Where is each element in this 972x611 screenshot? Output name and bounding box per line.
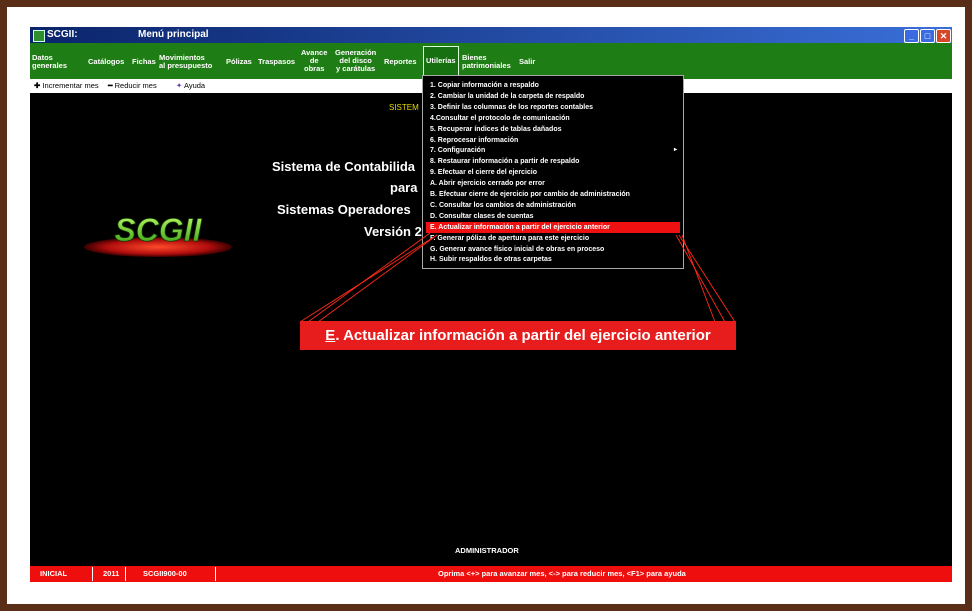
dropdown-item-label: A. Abrir ejercicio cerrado por error (430, 180, 545, 188)
status-code: SCGII900-00 (143, 569, 187, 578)
callout-text: . Actualizar información a partir del ej… (335, 327, 711, 344)
dropdown-item-label: 7. Configuración (430, 147, 486, 155)
dropdown-item[interactable]: 4.Consultar el protocolo de comunicación (426, 113, 680, 124)
dropdown-item-label: D. Consultar clases de cuentas (430, 212, 534, 220)
menu-datos-generales[interactable]: Datos generales (32, 54, 67, 70)
dropdown-item-label: F. Generar póliza de apertura para este … (430, 234, 590, 242)
increment-month-button[interactable]: ✚ Incrementar mes (34, 81, 99, 90)
status-separator (92, 567, 93, 581)
scgii-logo: SCGII (84, 212, 232, 257)
callout-banner: E. Actualizar información a partir del e… (300, 321, 736, 350)
maximize-icon[interactable]: □ (920, 29, 935, 43)
help-label: Ayuda (183, 81, 206, 90)
app-icon (33, 30, 45, 42)
menu-utilerias[interactable]: Utilerías (423, 46, 459, 76)
dropdown-item[interactable]: C. Consultar los cambios de administraci… (426, 200, 680, 211)
dropdown-item[interactable]: D. Consultar clases de cuentas (426, 211, 680, 222)
dropdown-item[interactable]: 1. Copiar información a respaldo (426, 80, 680, 91)
callout-hotkey-letter: E (325, 327, 336, 344)
menu-polizas[interactable]: Pólizas (226, 58, 252, 66)
subtitle-line-1: Sistema de Contabilida (272, 159, 416, 174)
menu-catalogos[interactable]: Catálogos (88, 58, 124, 66)
current-user: ADMINISTRADOR (455, 546, 519, 555)
dropdown-item[interactable]: 8. Restaurar información a partir de res… (426, 156, 680, 167)
help-button[interactable]: ✦ Ayuda (176, 81, 205, 90)
dropdown-item[interactable]: 2. Cambiar la unidad de la carpeta de re… (426, 91, 680, 102)
dropdown-item[interactable]: 3. Definir las columnas de los reportes … (426, 102, 680, 113)
menu-fichas[interactable]: Fichas (132, 58, 156, 66)
window-title: SCGII: (47, 29, 78, 40)
menu-bienes-patrimoniales[interactable]: Bienes patrimoniales (462, 54, 511, 70)
dropdown-item-label: 6. Reprocesar información (430, 136, 519, 144)
dropdown-item-label: H. Subir respaldos de otras carpetas (430, 256, 552, 264)
decrement-month-button[interactable]: ━ Reducir mes (108, 81, 157, 90)
dropdown-item-label: 9. Efectuar el cierre del ejercicio (430, 169, 538, 177)
logo-text: SCGII (114, 212, 202, 248)
dropdown-item[interactable]: 7. Configuración ▸ (426, 145, 680, 156)
status-hint: Oprima <+> para avanzar mes, <-> para re… (438, 569, 686, 578)
dropdown-item[interactable]: E. Actualizar información a partir del e… (426, 221, 680, 233)
dropdown-item[interactable]: 6. Reprocesar información (426, 135, 680, 146)
status-separator (215, 567, 216, 581)
dropdown-item-label: B. Efectuar cierre de ejercicio por camb… (430, 191, 630, 198)
dropdown-item-label: 1. Copiar información a respaldo (430, 82, 539, 89)
dropdown-item[interactable]: B. Efectuar cierre de ejercicio por camb… (426, 189, 680, 200)
dropdown-item[interactable]: 5. Recuperar índices de tablas dañados (426, 124, 680, 135)
dropdown-item[interactable]: A. Abrir ejercicio cerrado por error (426, 178, 680, 189)
dropdown-item-label: 5. Recuperar índices de tablas dañados (430, 125, 562, 133)
system-heading: SISTEM (389, 103, 419, 112)
dropdown-item[interactable]: H. Subir respaldos de otras carpetas (426, 254, 680, 265)
dropdown-item[interactable]: F. Generar póliza de apertura para este … (426, 233, 680, 244)
minus-icon: ━ (108, 81, 113, 90)
help-icon: ✦ (176, 81, 183, 90)
menu-avance-obras[interactable]: Avance de obras (301, 49, 327, 73)
menu-generacion-disco[interactable]: Generación del disco y carátulas (335, 49, 376, 73)
window-subtitle: Menú principal (138, 29, 209, 40)
dropdown-item[interactable]: G. Generar avance físico inicial de obra… (426, 244, 680, 255)
menu-bar: Datos generales Catálogos Fichas Movimien… (30, 43, 952, 79)
close-icon[interactable]: ✕ (936, 29, 951, 43)
plus-icon: ✚ (34, 81, 41, 90)
dropdown-item[interactable]: 9. Efectuar el cierre del ejercicio (426, 167, 680, 178)
dropdown-item-label: C. Consultar los cambios de administraci… (430, 201, 576, 209)
decrement-month-label: Reducir mes (114, 81, 157, 90)
subtitle-line-3: Sistemas Operadores (277, 202, 411, 217)
menu-reportes[interactable]: Reportes (384, 58, 417, 66)
dropdown-item-label: E. Actualizar información a partir del e… (430, 223, 610, 231)
dropdown-item-label: G. Generar avance físico inicial de obra… (430, 245, 605, 253)
minimize-icon[interactable]: _ (904, 29, 919, 43)
title-bar: SCGII: Menú principal _ □ ✕ (30, 27, 952, 43)
increment-month-label: Incrementar mes (42, 81, 99, 90)
status-separator (125, 567, 126, 581)
menu-salir[interactable]: Salir (519, 58, 535, 66)
dropdown-item-label: 3. Definir las columnas de los reportes … (430, 103, 593, 111)
menu-traspasos[interactable]: Traspasos (258, 58, 295, 66)
utilerias-dropdown-menu: 1. Copiar información a respaldo 2. Cambi… (422, 75, 684, 269)
status-bar: INICIAL 2011 SCGII900-00 Oprima <+> para… (30, 566, 952, 582)
dropdown-item-label: 2. Cambiar la unidad de la carpeta de re… (430, 92, 585, 100)
menu-movimientos[interactable]: Movimientos al presupuesto (159, 54, 212, 70)
subtitle-line-2: para (390, 180, 418, 195)
status-year: 2011 (103, 569, 120, 578)
status-mode: INICIAL (40, 569, 68, 578)
dropdown-item-label: 4.Consultar el protocolo de comunicación (430, 114, 570, 122)
dropdown-item-label: 8. Restaurar información a partir de res… (430, 158, 580, 166)
submenu-arrow-icon: ▸ (673, 147, 677, 154)
subtitle-line-4: Versión 2 (364, 224, 422, 239)
